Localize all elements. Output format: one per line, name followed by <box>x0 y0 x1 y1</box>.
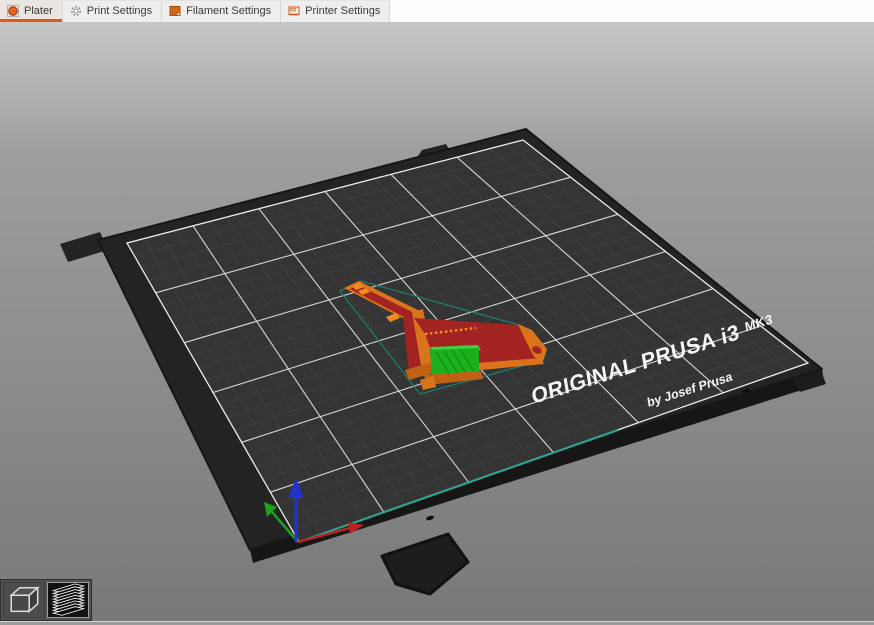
tab-bar: Plater Print Settings Filament Settings … <box>0 0 874 22</box>
tab-label: Filament Settings <box>186 4 272 17</box>
view-mode-toolbar <box>0 579 92 621</box>
filament-spool-icon <box>169 5 181 17</box>
tab-label: Printer Settings <box>305 4 381 17</box>
plater-icon <box>7 4 19 17</box>
layers-icon <box>51 583 86 616</box>
plater-3d-viewport[interactable]: ORIGINAL PRUSA i3 MK3 by Josef Prusa <box>0 22 874 621</box>
tab-plater[interactable]: Plater <box>0 0 63 22</box>
printer-icon <box>288 5 300 17</box>
tab-filament-settings[interactable]: Filament Settings <box>162 0 282 22</box>
gear-icon <box>70 5 82 17</box>
window-bottom-edge <box>0 621 874 625</box>
tab-label: Plater <box>24 4 53 17</box>
tab-bar-filler <box>390 0 874 22</box>
tab-print-settings[interactable]: Print Settings <box>62 0 163 22</box>
slicer-window: Plater Print Settings Filament Settings … <box>0 0 874 625</box>
cube-icon <box>9 586 40 614</box>
tab-printer-settings[interactable]: Printer Settings <box>281 0 391 22</box>
tab-label: Print Settings <box>86 4 153 17</box>
layer-preview-button[interactable] <box>47 582 89 618</box>
3d-view-button[interactable] <box>3 582 45 618</box>
